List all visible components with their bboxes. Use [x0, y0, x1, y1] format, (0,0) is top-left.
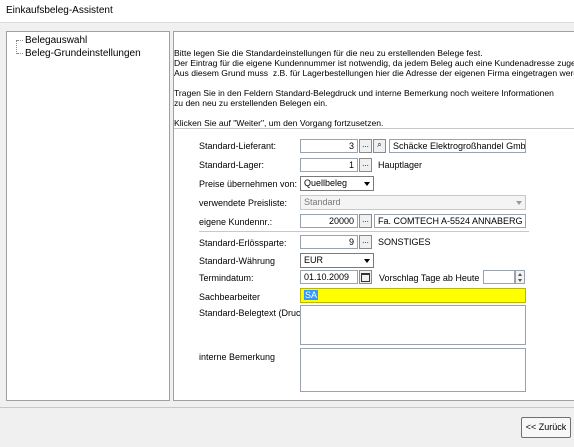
erloesparte-label: Standard-Erlössparte: — [199, 238, 287, 248]
termin-label: Termindatum: — [199, 273, 254, 283]
kundennr-number-field[interactable]: 20000 — [300, 214, 358, 228]
sachbearbeiter-label: Sachbearbeiter — [199, 292, 261, 302]
lieferant-name-field[interactable]: Schäcke Elektrogroßhandel GmbH 1100 — [389, 139, 526, 153]
tree-connector — [17, 40, 23, 41]
wizard-step-tree: Belegauswahl Beleg-Grundeinstellungen — [6, 31, 170, 401]
chevron-down-icon — [364, 182, 370, 186]
kundennr-browse-button[interactable]: ... — [359, 214, 372, 228]
erloesparte-number-field[interactable]: 9 — [300, 235, 358, 249]
preisliste-selected: Standard — [304, 197, 341, 207]
calendar-button[interactable] — [359, 270, 372, 284]
search-icon: ⌕ — [377, 140, 382, 149]
nav-item-beleg-grundeinstellungen[interactable]: Beleg-Grundeinstellungen — [25, 48, 141, 59]
vorschlag-tage-spinner[interactable] — [515, 270, 525, 284]
erloesparte-browse-button[interactable]: ... — [359, 235, 372, 249]
footer-divider — [0, 407, 574, 408]
tree-connector — [17, 53, 23, 54]
belegtext-textarea[interactable] — [300, 305, 526, 345]
instructions-text: Bitte legen Sie die Standardeinstellunge… — [174, 38, 574, 138]
waehrung-selected: EUR — [304, 255, 324, 265]
preise-label: Preise übernehmen von: — [199, 179, 298, 189]
termin-date-field[interactable]: 01.10.2009 — [300, 270, 358, 284]
waehrung-label: Standard-Währung — [199, 256, 276, 266]
kundennr-label: eigene Kundennr.: — [199, 217, 273, 227]
chevron-down-icon — [516, 201, 522, 205]
sachbearbeiter-field[interactable]: SA — [300, 288, 526, 303]
tree-connector — [16, 40, 17, 54]
spin-up-icon — [518, 273, 522, 276]
preisliste-dropdown[interactable]: Standard — [300, 195, 526, 210]
belegtext-label: Standard-Belegtext (Druck): — [199, 308, 311, 318]
instructions-line: Der Eintrag für die eigene Kundennummer … — [174, 58, 574, 68]
instructions-line: Bitte legen Sie die Standardeinstellunge… — [174, 48, 483, 58]
lieferant-browse-button[interactable]: ... — [359, 139, 372, 153]
preise-selected: Quellbeleg — [304, 178, 348, 188]
vorschlag-tage-field[interactable] — [483, 270, 515, 284]
calendar-icon — [361, 273, 370, 282]
lager-number-field[interactable]: 1 — [300, 158, 358, 172]
lager-name: Hauptlager — [378, 160, 423, 170]
instructions-line: zu den neu zu erstellenden Belegen ein. — [174, 98, 328, 108]
chevron-down-icon — [364, 259, 370, 263]
window-title: Einkaufsbeleg-Assistent — [6, 5, 113, 16]
sachbearbeiter-selected-text: SA — [304, 290, 319, 300]
divider — [174, 128, 574, 129]
spin-down-icon — [518, 279, 522, 282]
lieferant-number-field[interactable]: 3 — [300, 139, 358, 153]
instructions-line: Klicken Sie auf "Weiter", um den Vorgang… — [174, 118, 384, 128]
lieferant-label: Standard-Lieferant: — [199, 141, 277, 151]
title-bar: Einkaufsbeleg-Assistent — [0, 0, 574, 23]
preisliste-label: verwendete Preisliste: — [199, 198, 288, 208]
preise-dropdown[interactable]: Quellbeleg — [300, 176, 374, 191]
instructions-line: Tragen Sie in den Feldern Standard-Beleg… — [174, 88, 554, 98]
back-button[interactable]: << Zurück — [521, 417, 571, 438]
divider — [199, 231, 529, 232]
bemerkung-textarea[interactable] — [300, 348, 526, 392]
vorschlag-label: Vorschlag Tage ab Heute — [379, 273, 480, 283]
lager-browse-button[interactable]: ... — [359, 158, 372, 172]
nav-item-belegauswahl[interactable]: Belegauswahl — [25, 35, 87, 46]
lager-label: Standard-Lager: — [199, 160, 265, 170]
erloesparte-name: SONSTIGES — [378, 237, 431, 247]
lieferant-search-button[interactable]: ⌕ — [373, 139, 386, 153]
waehrung-dropdown[interactable]: EUR — [300, 253, 374, 268]
instructions-line: Aus diesem Grund muss z.B. für Lagerbest… — [174, 68, 574, 78]
kundennr-name-field[interactable]: Fa. COMTECH A-5524 ANNABERG /Sal — [374, 214, 526, 228]
bemerkung-label: interne Bemerkung — [199, 352, 276, 362]
